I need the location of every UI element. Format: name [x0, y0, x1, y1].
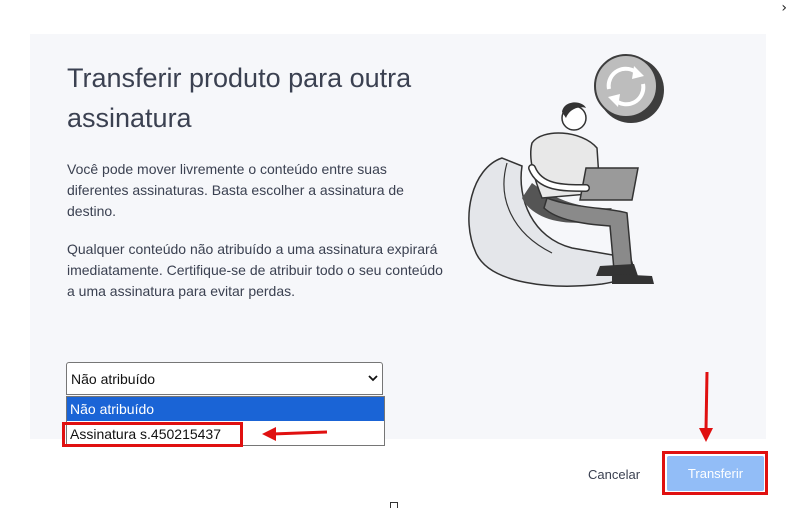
chevron-down-icon [368, 375, 378, 382]
transfer-button[interactable]: Transferir [667, 456, 764, 491]
cancel-button[interactable]: Cancelar [588, 467, 640, 482]
annotation-highlight-option [62, 422, 243, 447]
person-laptop-illustration [468, 54, 664, 287]
select-value: Não atribuído [71, 371, 156, 387]
description-paragraph-1: Você pode mover livremente o conteúdo en… [67, 161, 404, 219]
focus-marker [390, 502, 398, 508]
dropdown-option[interactable]: Não atribuído [67, 397, 384, 421]
subscription-select[interactable]: Não atribuído [66, 362, 383, 395]
close-icon[interactable]: › [781, 0, 787, 16]
sync-icon [594, 54, 664, 123]
description-paragraph-2: Qualquer conteúdo não atribuído a uma as… [67, 241, 443, 299]
dialog-title: Transferir produto para outra assinatura [67, 63, 412, 133]
